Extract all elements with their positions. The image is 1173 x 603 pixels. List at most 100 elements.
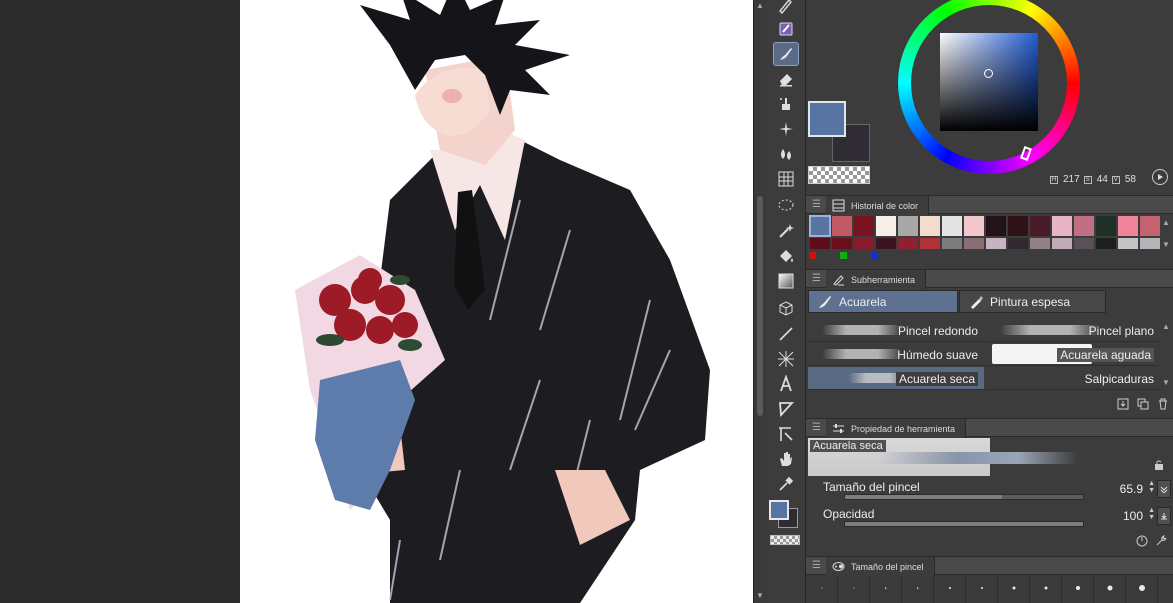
color-history-chip[interactable] (963, 215, 985, 237)
toolbar-transparent-color[interactable] (770, 535, 800, 545)
color-history-chip[interactable] (875, 215, 897, 237)
color-history-chip[interactable] (897, 215, 919, 237)
brush-size-presets[interactable] (806, 576, 1173, 603)
color-history-chip[interactable] (1073, 237, 1095, 250)
eraser-icon[interactable] (774, 68, 798, 90)
scroll-up-icon[interactable]: ▲ (754, 0, 766, 12)
color-history-chip[interactable] (1051, 215, 1073, 237)
color-wheel[interactable] (898, 0, 1080, 174)
color-history-chip[interactable] (941, 237, 963, 250)
brush-size-row[interactable]: Tamaño del pincel 65.9 ▲ ▼ (806, 478, 1173, 504)
color-history-chip[interactable] (1007, 237, 1029, 250)
color-history-chip[interactable] (853, 237, 875, 250)
canvas-artwork[interactable] (240, 0, 753, 603)
size-preset[interactable] (934, 576, 966, 603)
brush-size-slider[interactable] (844, 494, 1084, 500)
brush-salpicaduras[interactable]: Salpicaduras (986, 367, 1160, 390)
blend-icon[interactable] (774, 93, 798, 115)
color-history-chip[interactable] (809, 237, 831, 250)
color-history-chip[interactable] (1139, 237, 1161, 250)
color-history-chip[interactable] (875, 237, 897, 250)
color-history-chip[interactable] (1139, 215, 1161, 237)
grid-icon[interactable] (774, 168, 798, 190)
scrollbar-thumb[interactable] (757, 196, 763, 416)
opacity-row[interactable]: Opacidad 100 ▲ ▼ (806, 505, 1173, 531)
brush-acuarela-aguada[interactable]: Acuarela aguada (986, 343, 1160, 366)
eyedropper-icon[interactable] (774, 473, 798, 495)
toolbar-main-color[interactable] (769, 500, 789, 520)
size-preset[interactable] (1094, 576, 1126, 603)
subtool-scroll-down-icon[interactable]: ▼ (1161, 378, 1171, 387)
color-history-chip[interactable] (963, 237, 985, 250)
size-preset[interactable] (870, 576, 902, 603)
trash-icon[interactable] (1156, 397, 1170, 411)
color-history-chip[interactable] (941, 215, 963, 237)
text-icon[interactable] (774, 373, 798, 395)
brush-size-value[interactable]: 65.9 (1120, 482, 1143, 496)
pen-icon[interactable] (774, 0, 798, 16)
history-scroll-up-icon[interactable]: ▲ (1161, 218, 1171, 227)
color-history-chip[interactable] (1007, 215, 1029, 237)
color-history-chip[interactable] (985, 237, 1007, 250)
color-history-chip[interactable] (1095, 237, 1117, 250)
lasso-icon[interactable] (774, 195, 798, 217)
tab-brush-size[interactable]: Tamaño del pincel (826, 557, 935, 576)
frame-icon[interactable] (774, 348, 798, 370)
marker-icon[interactable] (774, 18, 798, 40)
color-history-chip[interactable] (1095, 215, 1117, 237)
transparent-color-swatch[interactable] (808, 166, 870, 184)
color-history-chip[interactable] (897, 237, 919, 250)
tab-tool-property[interactable]: Propiedad de herramienta (826, 419, 967, 438)
ruler-icon[interactable] (774, 423, 798, 445)
brush-pincel-plano[interactable]: Pincel plano (986, 319, 1160, 342)
color-history-chip[interactable] (1117, 215, 1139, 237)
sub-tool-group-acuarela[interactable]: Acuarela (808, 290, 958, 313)
brush-size-spinner-icon[interactable]: ▲ ▼ (1148, 480, 1155, 494)
color-history-chip[interactable] (831, 215, 853, 237)
settings-dial-icon[interactable] (1135, 534, 1149, 548)
color-history-chip[interactable] (1029, 215, 1051, 237)
sparkle-icon[interactable] (774, 118, 798, 140)
opacity-pin-icon[interactable] (1157, 507, 1171, 525)
tab-color-history[interactable]: Historial de color (826, 196, 930, 215)
color-history-chip[interactable] (1029, 237, 1051, 250)
size-preset[interactable] (838, 576, 870, 603)
brush-humedo-suave[interactable]: Húmedo suave (808, 343, 984, 366)
history-scroll-down-icon[interactable]: ▼ (1161, 240, 1171, 249)
size-preset[interactable] (1062, 576, 1094, 603)
color-history-chip[interactable] (1117, 237, 1139, 250)
size-preset[interactable] (806, 576, 838, 603)
brush-pincel-redondo[interactable]: Pincel redondo (808, 319, 984, 342)
color-history-chip[interactable] (853, 215, 875, 237)
color-history-chip[interactable] (919, 237, 941, 250)
size-preset[interactable] (998, 576, 1030, 603)
brush-size-expand-icon[interactable] (1157, 480, 1171, 498)
gradient-icon[interactable] (774, 270, 798, 292)
panel-menu-icon[interactable]: ☰ (812, 422, 821, 433)
color-history-chip[interactable] (809, 215, 831, 237)
brush-acuarela-seca[interactable]: Acuarela seca (808, 367, 984, 390)
color-mode-button[interactable] (1152, 169, 1168, 185)
color-history-chip[interactable] (1051, 237, 1073, 250)
tab-sub-tool[interactable]: Subherramienta (826, 270, 927, 289)
hand-icon[interactable] (774, 448, 798, 470)
size-preset[interactable] (1126, 576, 1158, 603)
line-icon[interactable] (774, 323, 798, 345)
cube-icon[interactable] (774, 298, 798, 320)
color-history-chip[interactable] (831, 237, 853, 250)
color-picker-cursor[interactable] (984, 69, 993, 78)
fill-icon[interactable] (774, 245, 798, 267)
balloon-icon[interactable] (774, 398, 798, 420)
color-history-chip[interactable] (1073, 215, 1095, 237)
download-icon[interactable] (1116, 397, 1130, 411)
scroll-down-icon[interactable]: ▼ (754, 590, 766, 602)
duplicate-icon[interactable] (1136, 397, 1150, 411)
panel-menu-icon[interactable]: ☰ (812, 273, 821, 284)
saturation-value-square[interactable] (940, 33, 1038, 131)
color-history-chip[interactable] (919, 215, 941, 237)
panel-menu-icon[interactable]: ☰ (812, 199, 821, 210)
lock-icon[interactable] (1152, 458, 1166, 472)
canvas-vertical-scrollbar[interactable]: ▲ ▼ (753, 0, 766, 603)
drops-icon[interactable] (774, 143, 798, 165)
opacity-spinner-icon[interactable]: ▲ ▼ (1148, 507, 1155, 521)
